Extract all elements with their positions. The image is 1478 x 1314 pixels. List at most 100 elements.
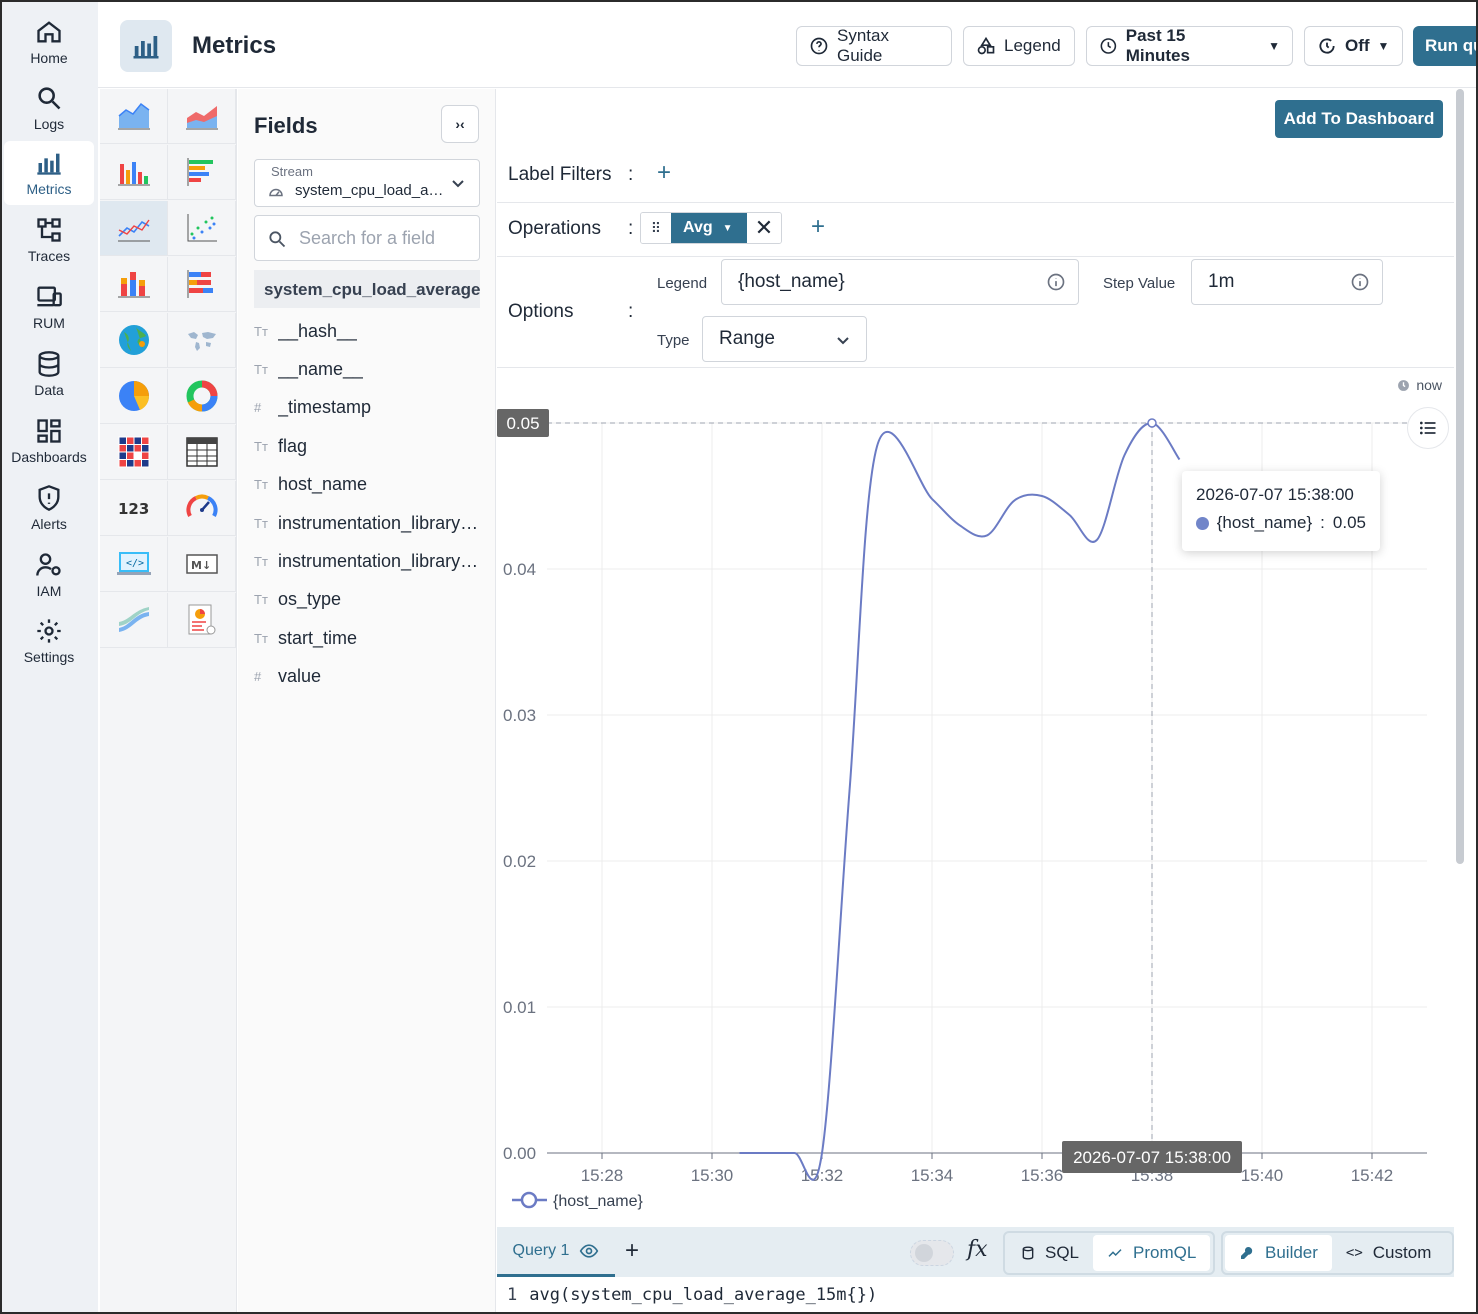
stacked-horizontal-icon (187, 270, 213, 298)
query-editor[interactable]: 1 avg(system_cpu_load_average_15m{}) (497, 1277, 1454, 1312)
traces-icon (37, 218, 61, 242)
field-name: host_name (278, 474, 368, 495)
nav-alerts-label: Alerts (31, 516, 67, 532)
nav-settings[interactable]: Settings (4, 609, 94, 673)
fields-title: Fields (254, 113, 318, 138)
code-screen-icon: </> (116, 552, 151, 575)
chart-type-bar[interactable] (100, 145, 168, 200)
field-search-input[interactable] (299, 224, 469, 252)
globe-icon (118, 325, 149, 355)
field-item[interactable]: Tт os_type (254, 585, 480, 615)
nav-alerts[interactable]: Alerts (4, 476, 94, 540)
nav-traces[interactable]: Traces (4, 208, 94, 272)
nav-data[interactable]: Data (4, 342, 94, 406)
legend-toggle-button[interactable] (1407, 407, 1449, 449)
chart-type-pie[interactable] (100, 369, 168, 424)
promql-label: PromQL (1133, 1243, 1197, 1262)
syntax-guide-button[interactable]: Syntax Guide (796, 26, 952, 66)
nav-iam-label: IAM (36, 583, 62, 599)
function-toggle[interactable] (910, 1240, 954, 1266)
nav-home[interactable]: Home (4, 10, 94, 74)
field-item[interactable]: Tт host_name (254, 470, 480, 500)
chart-type-stacked-bar[interactable] (100, 257, 168, 312)
eye-icon[interactable] (579, 1241, 599, 1261)
field-item[interactable]: Tт instrumentation_library_version (254, 546, 480, 576)
main-scrollbar[interactable] (1456, 89, 1464, 864)
chart-type-area-stacked[interactable] (168, 89, 236, 144)
trend-icon (1108, 1249, 1122, 1257)
add-query-button[interactable]: + (625, 1237, 639, 1265)
add-to-dashboard-button[interactable]: Add To Dashboard (1275, 100, 1443, 138)
chart-type-line[interactable] (100, 201, 168, 256)
run-query-button[interactable]: Run query (1413, 26, 1476, 66)
nav-logs[interactable]: Logs (4, 76, 94, 140)
nav-data-label: Data (34, 382, 64, 398)
now-label: now (1416, 377, 1442, 393)
field-item[interactable]: # value (254, 662, 480, 692)
nav-rum[interactable]: RUM (4, 275, 94, 339)
stacked-bar-icon (117, 272, 150, 298)
field-name: __name__ (278, 358, 364, 379)
line-chart-icon (117, 219, 150, 242)
search-icon (269, 231, 286, 248)
custom-button[interactable]: <> Custom (1332, 1235, 1445, 1271)
legend-input[interactable]: {host_name} (721, 259, 1079, 305)
field-item[interactable]: # _timestamp (254, 393, 480, 423)
chart-type-custom[interactable] (168, 593, 236, 648)
refresh-interval-select[interactable]: Off ▼ (1304, 26, 1403, 66)
promql-button[interactable]: PromQL (1093, 1235, 1211, 1271)
builder-button[interactable]: Builder (1225, 1235, 1332, 1271)
add-label-filter-button[interactable]: + (657, 159, 671, 187)
y-tick-label: 0.01 (503, 998, 536, 1017)
nav-iam[interactable]: IAM (4, 543, 94, 607)
chart-type-panel: 123 </> M↓ (100, 89, 237, 1312)
field-item[interactable]: Tт start_time (254, 623, 480, 653)
drag-handle-icon[interactable]: ⠿ (641, 213, 671, 243)
chart-type-maps[interactable] (168, 313, 236, 368)
time-range-select[interactable]: Past 15 Minutes ▼ (1086, 26, 1293, 66)
field-item[interactable]: Tт __hash__ (254, 316, 480, 346)
collapse-arrows-icon: ›‹ (455, 116, 465, 132)
chart-type-donut[interactable] (168, 369, 236, 424)
chart-type-table[interactable] (168, 425, 236, 480)
chevron-down-icon (452, 180, 464, 188)
chart-tooltip: 2026-07-07 15:38:00 {host_name} : 0.05 (1182, 471, 1380, 551)
chart-type-markdown[interactable]: M↓ (168, 537, 236, 592)
chart-type-geomap[interactable] (100, 313, 168, 368)
donut-chart-icon (186, 380, 217, 412)
collapse-panel-button[interactable]: ›‹ (441, 105, 479, 143)
remove-operation-button[interactable]: ✕ (747, 213, 781, 243)
chart-type-html[interactable]: </> (100, 537, 168, 592)
field-item[interactable]: Tт __name__ (254, 354, 480, 384)
area-chart-icon (117, 102, 150, 130)
refresh-clock-icon (1319, 38, 1335, 54)
chart-type-metric[interactable]: 123 (100, 481, 168, 536)
gauge-icon (185, 494, 218, 517)
chart-type-horizontal-bar[interactable] (168, 145, 236, 200)
sql-label: SQL (1045, 1243, 1080, 1262)
chart-type-scatter[interactable] (168, 201, 236, 256)
nav-metrics-label: Metrics (26, 181, 72, 197)
query-tab[interactable]: Query 1 (497, 1227, 615, 1277)
divider (497, 202, 1454, 203)
number-type-icon: # (254, 400, 262, 416)
list-icon (1420, 421, 1436, 435)
chart-type-stacked-horizontal[interactable] (168, 257, 236, 312)
selected-stream-header[interactable]: system_cpu_load_average (254, 270, 480, 308)
chart-type-sankey[interactable] (100, 593, 168, 648)
search-icon (38, 87, 61, 110)
chart-type-gauge[interactable] (168, 481, 236, 536)
stream-select[interactable]: Stream system_cpu_load_average_15m (254, 159, 480, 207)
field-item[interactable]: Tт instrumentation_library_name (254, 508, 480, 538)
nav-metrics[interactable]: Metrics (4, 141, 94, 205)
operation-select[interactable]: Avg ▼ (671, 213, 747, 243)
step-value-input[interactable]: 1m (1191, 259, 1383, 305)
add-operation-button[interactable]: + (811, 213, 825, 241)
legend-button[interactable]: Legend (963, 26, 1075, 66)
type-select[interactable]: Range (702, 316, 867, 362)
chart-type-heatmap[interactable] (100, 425, 168, 480)
field-item[interactable]: Tт flag (254, 431, 480, 461)
nav-dashboards[interactable]: Dashboards (4, 409, 94, 473)
chart-type-area[interactable] (100, 89, 168, 144)
sql-button[interactable]: SQL (1007, 1235, 1093, 1271)
